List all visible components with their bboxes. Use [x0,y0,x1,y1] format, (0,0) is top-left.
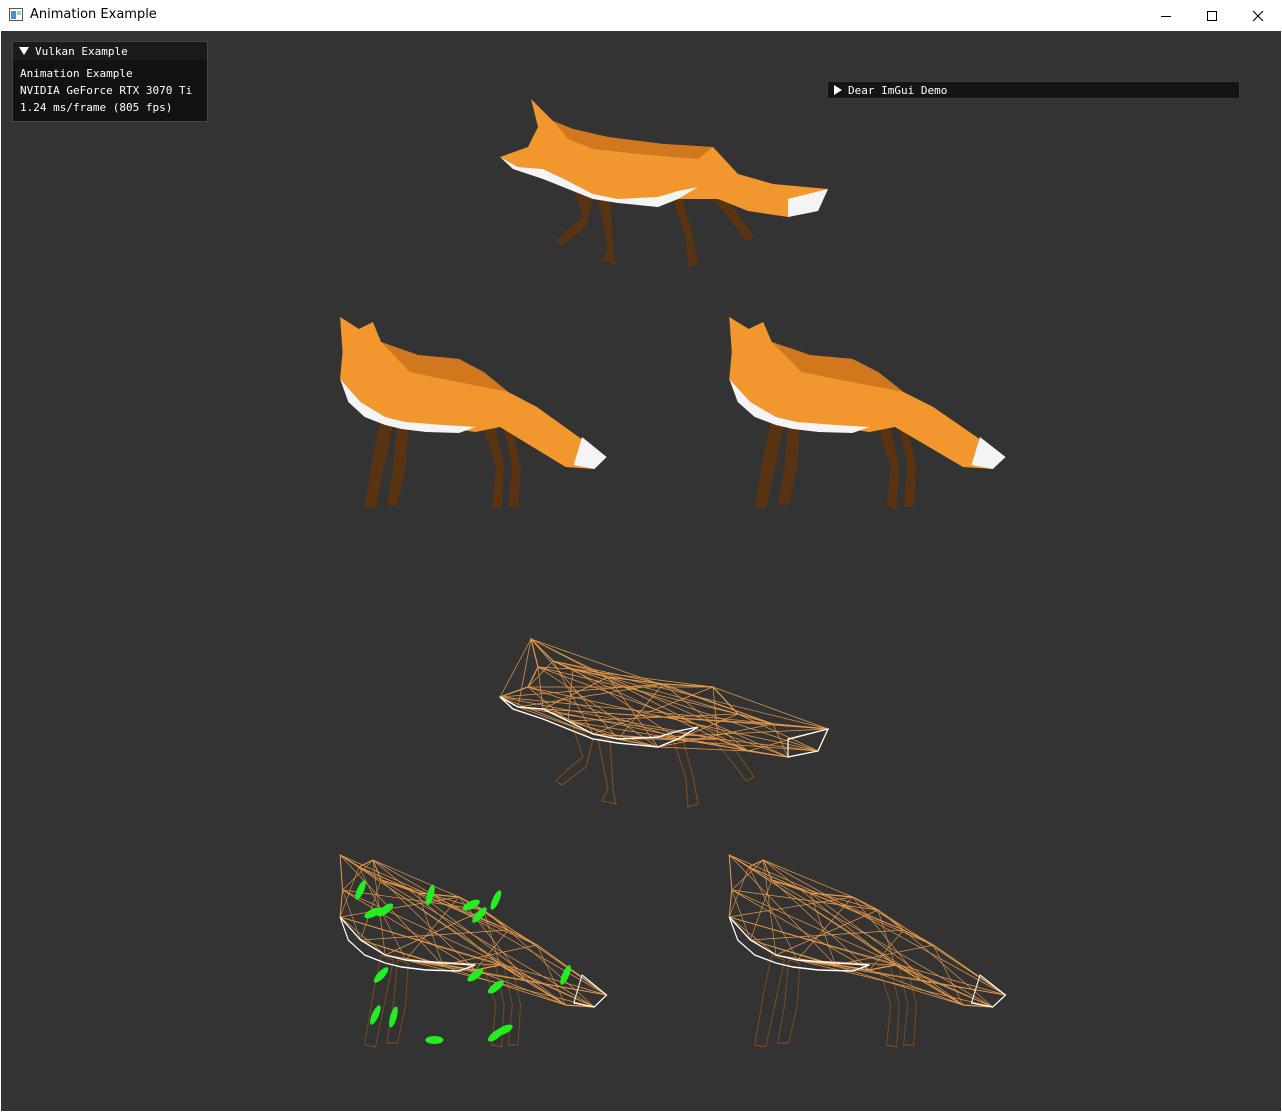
overlay-body: Animation Example NVIDIA GeForce RTX 3070… [13,60,207,116]
app-window: Animation Example Vulkan Example Animati… [0,0,1282,1112]
overlay-title: Vulkan Example [35,44,128,58]
window-title: Animation Example [30,7,157,22]
close-icon [1252,10,1264,21]
fox-wire-tail-tip [970,974,1007,1008]
fox-wire-leg [754,954,786,1048]
close-button[interactable] [1235,0,1281,31]
joint-marker [490,890,502,910]
fox-leg [878,427,900,509]
fox-wire-walk [498,637,830,808]
fox-solid-stand-left [340,317,607,509]
fox-wire-stand [728,853,1007,1048]
joint-marker [373,967,389,983]
fox-leg [504,429,521,507]
fox-wire-body [728,853,1007,1008]
maximize-icon [1207,10,1217,21]
minimize-button[interactable] [1143,0,1189,31]
render-viewport[interactable]: Vulkan Example Animation Example NVIDIA G… [1,31,1281,1111]
fox-solid-walk [500,99,828,267]
overlay-line-fps: 1.24 ms/frame (805 fps) [20,101,173,114]
fox-leg [673,199,698,267]
imgui-demo-window-header[interactable]: Dear ImGui Demo [827,81,1240,99]
fox-wire-leg [386,959,409,1044]
joint-marker [425,1036,444,1044]
title-bar[interactable]: Animation Example [0,0,1282,31]
window-app-icon [9,8,23,21]
fox-wire-joints [339,853,608,1048]
fox-wire-leg [364,954,394,1048]
expand-arrow-icon [834,85,842,95]
maximize-button[interactable] [1189,0,1235,31]
fox-leg [899,429,917,507]
overlay-line-gpu: NVIDIA GeForce RTX 3070 Ti [20,84,193,97]
demo-window-label: Dear ImGui Demo [848,83,948,97]
minimize-icon [1161,15,1171,17]
joint-marker [389,1006,398,1028]
fox-leg [483,427,505,509]
fox-wire-tail-tip [573,974,608,1008]
fox-wire-leg [777,959,801,1044]
fox-wire-leg [672,738,699,808]
collapse-arrow-icon [19,47,29,55]
fox-leg [598,199,616,264]
scene-canvas [339,99,1007,1048]
fox-wire-body [339,853,608,1008]
fox-wire-leg [597,738,617,805]
overlay-header[interactable]: Vulkan Example [13,42,207,60]
fox-wire-leg [555,725,594,786]
vulkan-example-overlay[interactable]: Vulkan Example Animation Example NVIDIA G… [12,41,208,122]
overlay-line-app: Animation Example [20,67,133,80]
fox-solid-stand-right [729,317,1006,509]
